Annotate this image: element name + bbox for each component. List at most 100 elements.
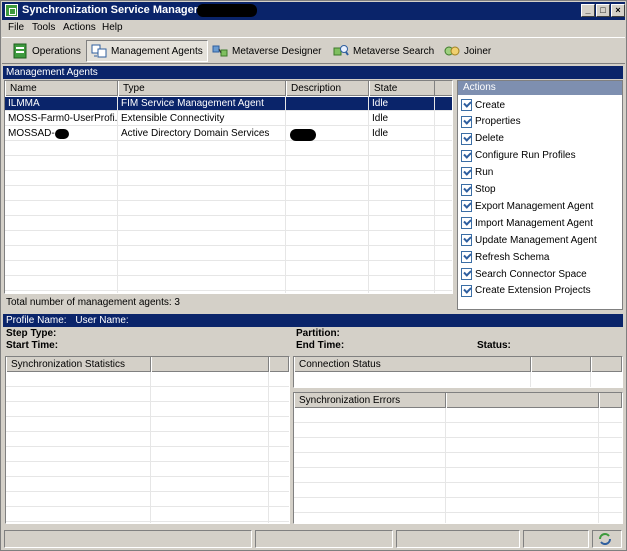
action-label: Search Connector Space xyxy=(475,268,587,280)
grid-header: Name Type Description State xyxy=(5,81,452,96)
column-header-type[interactable]: Type xyxy=(118,81,286,96)
window-title: Synchronization Service Manager on xyxy=(22,4,215,16)
synchronization-errors-grid: Synchronization Errors xyxy=(293,392,623,524)
empty-row xyxy=(6,508,289,522)
cell-state: Idle xyxy=(369,97,435,111)
action-create[interactable]: Create xyxy=(461,97,505,113)
action-label: Export Management Agent xyxy=(475,200,594,212)
action-export-management-agent[interactable]: Export Management Agent xyxy=(461,198,593,214)
empty-row xyxy=(6,418,289,432)
action-label: Run xyxy=(475,167,494,179)
empty-row xyxy=(294,424,622,438)
cell-type: Active Directory Domain Services xyxy=(118,127,286,141)
action-stop[interactable]: Stop xyxy=(461,182,496,198)
column-header-state[interactable]: State xyxy=(369,81,435,96)
empty-row xyxy=(5,142,452,156)
maximize-button[interactable]: □ xyxy=(596,4,610,17)
operations-button[interactable]: Operations xyxy=(8,40,85,62)
empty-row xyxy=(5,202,452,216)
checklist-icon xyxy=(461,200,472,213)
synchronization-statistics-grid: Synchronization Statistics xyxy=(5,356,290,524)
menu-help[interactable]: Help xyxy=(102,22,123,33)
table-row[interactable]: MOSSAD- Active Directory Domain Services… xyxy=(5,127,452,141)
action-update-management-agent[interactable]: Update Management Agent xyxy=(461,232,597,248)
profile-name-label: Profile Name: xyxy=(6,315,67,326)
grid-header: Synchronization Statistics xyxy=(6,357,289,372)
status-bar-panel xyxy=(592,530,622,548)
grid-header: Synchronization Errors xyxy=(294,393,622,408)
menu-bar: File Tools Actions Help xyxy=(2,20,625,36)
action-label: Configure Run Profiles xyxy=(475,150,576,162)
metaverse-designer-button[interactable]: Metaverse Designer xyxy=(208,40,325,62)
toolbar: Operations Management Agents Metaverse D… xyxy=(2,37,625,64)
management-agents-grid: Name Type Description State ILMMA FIM Se… xyxy=(4,80,453,294)
menu-tools[interactable]: Tools xyxy=(32,22,55,33)
sync-status-icon xyxy=(597,532,613,549)
table-row[interactable]: ILMMA FIM Service Management Agent Idle xyxy=(5,97,452,111)
action-label: Stop xyxy=(475,184,496,195)
status-bar-panel xyxy=(4,530,252,548)
column-header-name[interactable]: Name xyxy=(5,81,118,96)
checklist-icon xyxy=(461,132,472,145)
column-header xyxy=(269,357,289,372)
empty-row xyxy=(5,187,452,201)
joiner-button[interactable]: Joiner xyxy=(440,40,495,62)
column-header xyxy=(599,393,622,408)
empty-row xyxy=(5,217,452,231)
redacted-description xyxy=(290,129,316,141)
menu-actions[interactable]: Actions xyxy=(63,22,96,33)
minimize-button[interactable]: _ xyxy=(581,4,595,17)
operations-label: Operations xyxy=(32,45,81,57)
column-header xyxy=(591,357,622,372)
empty-row xyxy=(5,247,452,261)
cell-name: ILMMA xyxy=(5,97,118,111)
action-search-connector-space[interactable]: Search Connector Space xyxy=(461,266,587,282)
column-header xyxy=(531,357,591,372)
start-time-label: Start Time: xyxy=(6,340,59,351)
status-bar-panel xyxy=(396,530,520,548)
actions-header: Actions xyxy=(458,81,622,95)
checklist-icon xyxy=(461,217,472,230)
joiner-label: Joiner xyxy=(464,45,492,57)
management-agents-icon xyxy=(91,43,107,59)
redacted-domain-name xyxy=(55,129,69,139)
actions-panel: Actions Create Properties Delete Configure … xyxy=(457,80,623,310)
checklist-icon xyxy=(461,251,472,264)
metaverse-search-icon xyxy=(333,43,349,59)
column-header-sync-errors[interactable]: Synchronization Errors xyxy=(294,393,446,408)
cell-name: MOSS-Farm0-UserProfi... xyxy=(5,112,118,126)
checklist-icon xyxy=(461,115,472,128)
empty-row xyxy=(5,157,452,171)
partition-label: Partition: xyxy=(296,328,340,339)
menu-file[interactable]: File xyxy=(8,22,24,33)
action-delete[interactable]: Delete xyxy=(461,131,504,147)
empty-row xyxy=(6,403,289,417)
empty-row xyxy=(294,409,622,423)
action-configure-run-profiles[interactable]: Configure Run Profiles xyxy=(461,148,576,164)
cell-description xyxy=(286,112,369,126)
close-button[interactable]: × xyxy=(611,4,625,17)
cell-state: Idle xyxy=(369,127,435,141)
joiner-icon xyxy=(444,43,460,59)
column-divider xyxy=(530,372,531,387)
action-properties[interactable]: Properties xyxy=(461,114,521,130)
app-window: Synchronization Service Manager on _ □ ×… xyxy=(0,0,627,551)
action-create-extension-projects[interactable]: Create Extension Projects xyxy=(461,283,591,299)
metaverse-designer-label: Metaverse Designer xyxy=(232,45,322,57)
empty-row xyxy=(6,478,289,492)
action-refresh-schema[interactable]: Refresh Schema xyxy=(461,249,549,265)
column-header-sync-statistics[interactable]: Synchronization Statistics xyxy=(6,357,151,372)
management-agents-button[interactable]: Management Agents xyxy=(86,40,208,62)
action-import-management-agent[interactable]: Import Management Agent xyxy=(461,215,593,231)
table-row[interactable]: MOSS-Farm0-UserProfi... Extensible Conne… xyxy=(5,112,452,126)
action-label: Update Management Agent xyxy=(475,234,597,246)
metaverse-search-button[interactable]: Metaverse Search xyxy=(329,40,438,62)
status-label: Status: xyxy=(477,340,511,351)
action-run[interactable]: Run xyxy=(461,165,493,181)
end-time-label: End Time: xyxy=(296,340,345,351)
checklist-icon xyxy=(461,284,472,297)
operations-icon xyxy=(12,43,28,59)
column-header-description[interactable]: Description xyxy=(286,81,369,96)
column-header-connection-status[interactable]: Connection Status xyxy=(294,357,531,372)
empty-row xyxy=(294,484,622,498)
